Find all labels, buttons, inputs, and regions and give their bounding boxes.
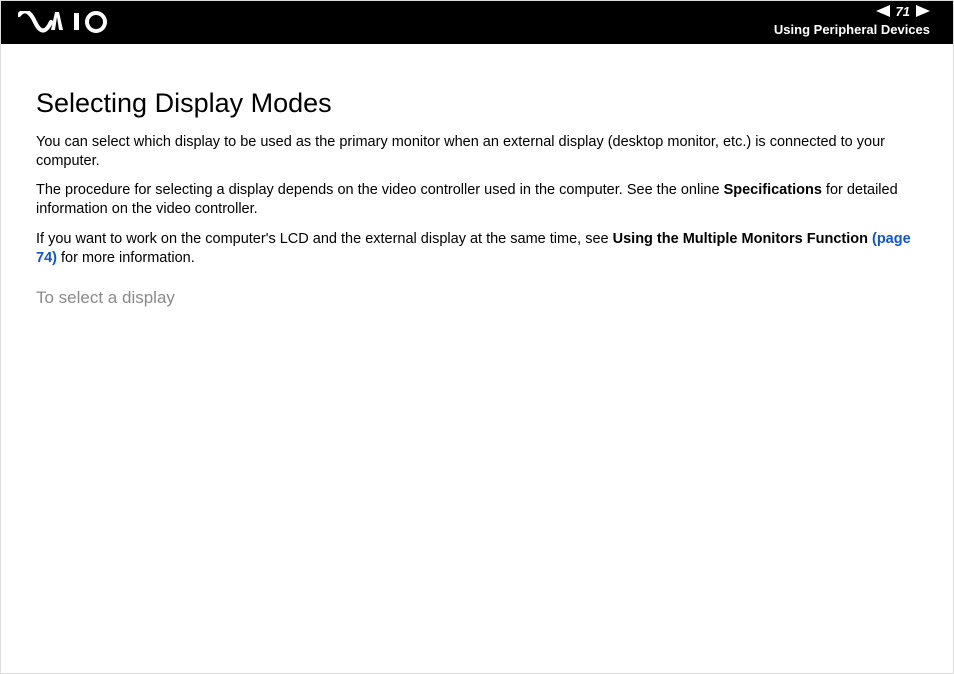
p3-text-b: for more information. [57,250,195,266]
page-number: 71 [896,5,910,18]
prev-page-icon[interactable] [876,5,890,17]
page-heading: Selecting Display Modes [36,88,918,119]
p3-bold-function: Using the Multiple Monitors Function [613,231,868,247]
header-nav: 71 Using Peripheral Devices [774,2,930,37]
subheading-select-display: To select a display [36,288,918,308]
paragraph-2: The procedure for selecting a display de… [36,181,918,219]
p3-text-a: If you want to work on the computer's LC… [36,231,613,247]
next-page-icon[interactable] [916,5,930,17]
p2-text-a: The procedure for selecting a display de… [36,182,724,198]
p2-bold-specifications: Specifications [724,182,822,198]
vaio-logo [18,11,118,33]
paragraph-3: If you want to work on the computer's LC… [36,230,918,268]
paragraph-1: You can select which display to be used … [36,133,918,171]
page-content: Selecting Display Modes You can select w… [0,44,954,308]
header-section-title: Using Peripheral Devices [774,22,930,37]
header-bar: 71 Using Peripheral Devices [0,0,954,44]
